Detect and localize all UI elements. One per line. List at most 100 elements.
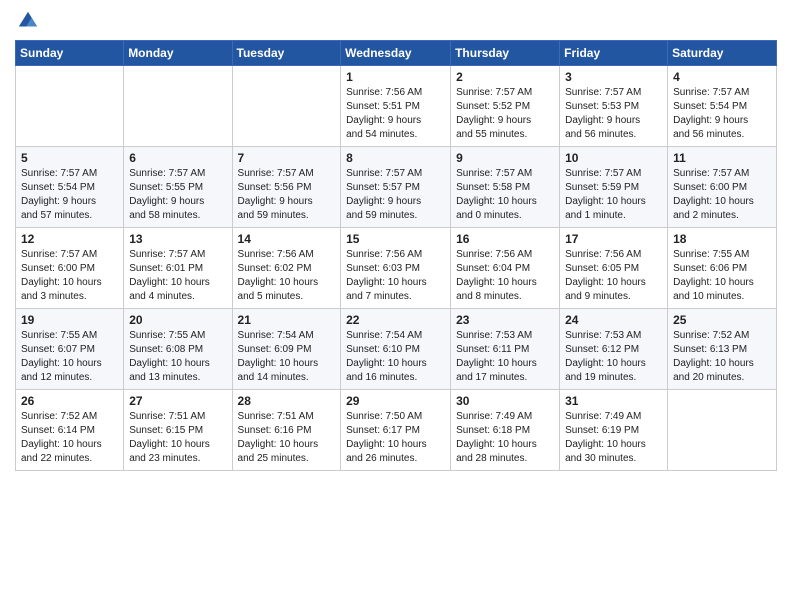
calendar-cell: 20 Sunrise: 7:55 AM Sunset: 6:08 PM Dayli…: [124, 309, 232, 390]
calendar-cell: 9 Sunrise: 7:57 AM Sunset: 5:58 PM Daylig…: [451, 147, 560, 228]
day-number: 2: [456, 70, 554, 84]
calendar-cell: 25 Sunrise: 7:52 AM Sunset: 6:13 PM Dayli…: [668, 309, 777, 390]
day-info: Sunrise: 7:57 AM Sunset: 6:00 PM Dayligh…: [21, 248, 118, 304]
day-info: Sunrise: 7:55 AM Sunset: 6:07 PM Dayligh…: [21, 329, 118, 385]
day-number: 16: [456, 232, 554, 246]
calendar-cell: 26 Sunrise: 7:52 AM Sunset: 6:14 PM Dayli…: [16, 390, 124, 471]
day-number: 25: [673, 313, 771, 327]
day-info: Sunrise: 7:57 AM Sunset: 5:57 PM Dayligh…: [346, 167, 445, 223]
day-number: 14: [238, 232, 336, 246]
calendar-cell: [124, 66, 232, 147]
day-info: Sunrise: 7:53 AM Sunset: 6:12 PM Dayligh…: [565, 329, 662, 385]
day-info: Sunrise: 7:51 AM Sunset: 6:15 PM Dayligh…: [129, 410, 226, 466]
day-info: Sunrise: 7:57 AM Sunset: 6:00 PM Dayligh…: [673, 167, 771, 223]
calendar-cell: 12 Sunrise: 7:57 AM Sunset: 6:00 PM Dayli…: [16, 228, 124, 309]
calendar-cell: 10 Sunrise: 7:57 AM Sunset: 5:59 PM Dayli…: [560, 147, 668, 228]
day-number: 7: [238, 151, 336, 165]
calendar-cell: 11 Sunrise: 7:57 AM Sunset: 6:00 PM Dayli…: [668, 147, 777, 228]
calendar-cell: 30Sunrise: 7:49 AM Sunset: 6:18 PM Dayli…: [451, 390, 560, 471]
day-number: 21: [238, 313, 336, 327]
day-number: 23: [456, 313, 554, 327]
calendar-cell: 27 Sunrise: 7:51 AM Sunset: 6:15 PM Dayli…: [124, 390, 232, 471]
calendar-cell: 1Sunrise: 7:56 AM Sunset: 5:51 PM Daylig…: [341, 66, 451, 147]
day-number: 28: [238, 394, 336, 408]
page: SundayMondayTuesdayWednesdayThursdayFrid…: [0, 0, 792, 612]
calendar-cell: [232, 66, 341, 147]
weekday-header-wednesday: Wednesday: [341, 41, 451, 66]
calendar-cell: 19 Sunrise: 7:55 AM Sunset: 6:07 PM Dayli…: [16, 309, 124, 390]
calendar-cell: 2 Sunrise: 7:57 AM Sunset: 5:52 PM Daylig…: [451, 66, 560, 147]
day-number: 11: [673, 151, 771, 165]
day-number: 29: [346, 394, 445, 408]
day-info: Sunrise: 7:52 AM Sunset: 6:14 PM Dayligh…: [21, 410, 118, 466]
calendar-cell: 16Sunrise: 7:56 AM Sunset: 6:04 PM Dayli…: [451, 228, 560, 309]
day-number: 5: [21, 151, 118, 165]
weekday-header-sunday: Sunday: [16, 41, 124, 66]
calendar-cell: 31 Sunrise: 7:49 AM Sunset: 6:19 PM Dayli…: [560, 390, 668, 471]
weekday-header-tuesday: Tuesday: [232, 41, 341, 66]
day-number: 17: [565, 232, 662, 246]
weekday-header-monday: Monday: [124, 41, 232, 66]
day-number: 12: [21, 232, 118, 246]
calendar-cell: 21Sunrise: 7:54 AM Sunset: 6:09 PM Dayli…: [232, 309, 341, 390]
calendar-cell: 15 Sunrise: 7:56 AM Sunset: 6:03 PM Dayli…: [341, 228, 451, 309]
calendar-cell: [16, 66, 124, 147]
calendar-cell: 24 Sunrise: 7:53 AM Sunset: 6:12 PM Dayli…: [560, 309, 668, 390]
calendar-cell: 14 Sunrise: 7:56 AM Sunset: 6:02 PM Dayli…: [232, 228, 341, 309]
day-number: 1: [346, 70, 445, 84]
day-number: 20: [129, 313, 226, 327]
day-number: 9: [456, 151, 554, 165]
day-info: Sunrise: 7:51 AM Sunset: 6:16 PM Dayligh…: [238, 410, 336, 466]
day-info: Sunrise: 7:57 AM Sunset: 5:55 PM Dayligh…: [129, 167, 226, 223]
day-info: Sunrise: 7:56 AM Sunset: 6:02 PM Dayligh…: [238, 248, 336, 304]
calendar-cell: 17 Sunrise: 7:56 AM Sunset: 6:05 PM Dayli…: [560, 228, 668, 309]
day-info: Sunrise: 7:49 AM Sunset: 6:18 PM Dayligh…: [456, 410, 554, 466]
day-number: 19: [21, 313, 118, 327]
day-info: Sunrise: 7:57 AM Sunset: 5:54 PM Dayligh…: [21, 167, 118, 223]
logo-icon: [17, 10, 39, 32]
calendar-cell: [668, 390, 777, 471]
day-info: Sunrise: 7:57 AM Sunset: 5:56 PM Dayligh…: [238, 167, 336, 223]
header: [15, 10, 777, 32]
day-number: 3: [565, 70, 662, 84]
day-info: Sunrise: 7:55 AM Sunset: 6:08 PM Dayligh…: [129, 329, 226, 385]
day-number: 13: [129, 232, 226, 246]
day-info: Sunrise: 7:57 AM Sunset: 5:53 PM Dayligh…: [565, 86, 662, 142]
day-info: Sunrise: 7:57 AM Sunset: 6:01 PM Dayligh…: [129, 248, 226, 304]
day-number: 10: [565, 151, 662, 165]
day-info: Sunrise: 7:50 AM Sunset: 6:17 PM Dayligh…: [346, 410, 445, 466]
day-info: Sunrise: 7:52 AM Sunset: 6:13 PM Dayligh…: [673, 329, 771, 385]
day-info: Sunrise: 7:57 AM Sunset: 5:54 PM Dayligh…: [673, 86, 771, 142]
day-info: Sunrise: 7:55 AM Sunset: 6:06 PM Dayligh…: [673, 248, 771, 304]
day-number: 26: [21, 394, 118, 408]
day-number: 4: [673, 70, 771, 84]
day-number: 27: [129, 394, 226, 408]
day-info: Sunrise: 7:49 AM Sunset: 6:19 PM Dayligh…: [565, 410, 662, 466]
day-info: Sunrise: 7:57 AM Sunset: 5:59 PM Dayligh…: [565, 167, 662, 223]
day-info: Sunrise: 7:53 AM Sunset: 6:11 PM Dayligh…: [456, 329, 554, 385]
day-info: Sunrise: 7:56 AM Sunset: 6:05 PM Dayligh…: [565, 248, 662, 304]
logo: [15, 10, 39, 32]
day-number: 15: [346, 232, 445, 246]
day-number: 18: [673, 232, 771, 246]
day-info: Sunrise: 7:54 AM Sunset: 6:10 PM Dayligh…: [346, 329, 445, 385]
calendar-cell: 7 Sunrise: 7:57 AM Sunset: 5:56 PM Daylig…: [232, 147, 341, 228]
calendar-cell: 18 Sunrise: 7:55 AM Sunset: 6:06 PM Dayli…: [668, 228, 777, 309]
day-number: 31: [565, 394, 662, 408]
day-number: 24: [565, 313, 662, 327]
weekday-header-thursday: Thursday: [451, 41, 560, 66]
calendar-cell: 28 Sunrise: 7:51 AM Sunset: 6:16 PM Dayli…: [232, 390, 341, 471]
day-info: Sunrise: 7:57 AM Sunset: 5:58 PM Dayligh…: [456, 167, 554, 223]
day-info: Sunrise: 7:57 AM Sunset: 5:52 PM Dayligh…: [456, 86, 554, 142]
day-number: 6: [129, 151, 226, 165]
calendar-cell: 29 Sunrise: 7:50 AM Sunset: 6:17 PM Dayli…: [341, 390, 451, 471]
calendar-cell: 22 Sunrise: 7:54 AM Sunset: 6:10 PM Dayli…: [341, 309, 451, 390]
calendar-cell: 6 Sunrise: 7:57 AM Sunset: 5:55 PM Daylig…: [124, 147, 232, 228]
calendar-cell: 5 Sunrise: 7:57 AM Sunset: 5:54 PM Daylig…: [16, 147, 124, 228]
weekday-header-friday: Friday: [560, 41, 668, 66]
day-number: 22: [346, 313, 445, 327]
day-info: Sunrise: 7:56 AM Sunset: 6:03 PM Dayligh…: [346, 248, 445, 304]
weekday-header-saturday: Saturday: [668, 41, 777, 66]
calendar-cell: 8Sunrise: 7:57 AM Sunset: 5:57 PM Daylig…: [341, 147, 451, 228]
calendar-table: SundayMondayTuesdayWednesdayThursdayFrid…: [15, 40, 777, 471]
